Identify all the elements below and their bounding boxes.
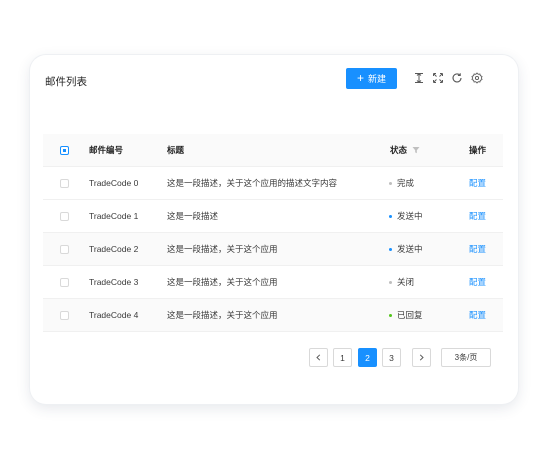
column-header-code: 邮件编号 bbox=[89, 145, 124, 155]
row-title: 这是一段描述，关于这个应用 bbox=[167, 277, 278, 287]
row-title: 这是一段描述，关于这个应用 bbox=[167, 310, 278, 320]
checkbox-indeterminate bbox=[60, 145, 69, 155]
next-page-button[interactable] bbox=[412, 348, 431, 367]
table-header: 邮件编号 标题 状态 操作 bbox=[43, 134, 503, 166]
row-title: 这是一段描述，关于这个应用的描述文字内容 bbox=[167, 178, 338, 188]
row-title: 这是一段描述 bbox=[167, 211, 219, 221]
checkbox bbox=[60, 244, 69, 254]
configure-link[interactable]: 配置 bbox=[469, 299, 486, 331]
email-list-card: 邮件列表 + 新建 邮件编号 标题 状态 操作 TradeCode 0 这是一段… bbox=[30, 55, 518, 404]
row-checkbox[interactable] bbox=[60, 233, 69, 265]
table-row: TradeCode 0 这是一段描述，关于这个应用的描述文字内容 完成 配置 bbox=[43, 166, 503, 199]
configure-link[interactable]: 配置 bbox=[469, 266, 486, 298]
row-code: TradeCode 0 bbox=[89, 178, 139, 188]
chevron-right-icon bbox=[419, 354, 424, 361]
column-header-action: 操作 bbox=[469, 145, 487, 155]
page-button-3[interactable]: 3 bbox=[382, 348, 401, 367]
checkbox bbox=[60, 211, 69, 221]
checkbox bbox=[60, 178, 69, 188]
status-dot bbox=[389, 181, 392, 185]
status-label: 关闭 bbox=[397, 277, 415, 287]
status-label: 完成 bbox=[397, 178, 415, 188]
filter-icon[interactable] bbox=[412, 146, 420, 154]
row-checkbox[interactable] bbox=[60, 299, 69, 331]
row-code: TradeCode 4 bbox=[89, 310, 139, 320]
column-height-icon[interactable] bbox=[413, 72, 425, 84]
table-row: TradeCode 4 这是一段描述，关于这个应用 已回复 配置 bbox=[43, 298, 503, 332]
configure-link[interactable]: 配置 bbox=[469, 233, 486, 265]
row-code: TradeCode 1 bbox=[89, 211, 139, 221]
row-code: TradeCode 3 bbox=[89, 277, 139, 287]
status-dot bbox=[389, 313, 392, 317]
prev-page-button[interactable] bbox=[309, 348, 328, 367]
configure-link[interactable]: 配置 bbox=[469, 200, 486, 232]
row-checkbox[interactable] bbox=[60, 200, 69, 232]
reload-icon[interactable] bbox=[451, 72, 463, 84]
status-dot bbox=[389, 247, 392, 251]
plus-icon: + bbox=[356, 71, 364, 85]
fullscreen-icon[interactable] bbox=[432, 72, 444, 84]
page-button-1[interactable]: 1 bbox=[333, 348, 352, 367]
new-button[interactable]: + 新建 bbox=[346, 68, 397, 89]
status-dot bbox=[389, 280, 392, 284]
status-label: 发送中 bbox=[397, 244, 423, 254]
row-checkbox[interactable] bbox=[60, 167, 69, 199]
checkbox bbox=[60, 277, 69, 287]
column-header-status: 状态 bbox=[390, 134, 420, 166]
row-checkbox[interactable] bbox=[60, 266, 69, 298]
page-title: 邮件列表 bbox=[45, 76, 87, 88]
row-status: 完成 bbox=[389, 167, 414, 199]
column-header-title: 标题 bbox=[167, 145, 185, 155]
status-label: 发送中 bbox=[397, 211, 423, 221]
row-title: 这是一段描述，关于这个应用 bbox=[167, 244, 278, 254]
status-dot bbox=[389, 214, 392, 218]
setting-icon[interactable] bbox=[471, 72, 483, 84]
new-button-label: 新建 bbox=[368, 74, 387, 84]
table-row: TradeCode 2 这是一段描述，关于这个应用 发送中 配置 bbox=[43, 232, 503, 265]
chevron-left-icon bbox=[316, 354, 321, 361]
table-row: TradeCode 1 这是一段描述 发送中 配置 bbox=[43, 199, 503, 232]
row-status: 发送中 bbox=[389, 200, 423, 232]
row-status: 关闭 bbox=[389, 266, 414, 298]
select-all-checkbox[interactable] bbox=[60, 134, 69, 166]
row-code: TradeCode 2 bbox=[89, 244, 139, 254]
checkbox bbox=[60, 310, 69, 320]
table-row: TradeCode 3 这是一段描述，关于这个应用 关闭 配置 bbox=[43, 265, 503, 298]
status-label: 已回复 bbox=[397, 310, 423, 320]
page-size-select[interactable]: 3条/页 bbox=[441, 348, 491, 367]
configure-link[interactable]: 配置 bbox=[469, 167, 486, 199]
page-button-2[interactable]: 2 bbox=[358, 348, 377, 367]
row-status: 已回复 bbox=[389, 299, 423, 331]
column-header-status-label: 状态 bbox=[390, 145, 408, 155]
row-status: 发送中 bbox=[389, 233, 423, 265]
